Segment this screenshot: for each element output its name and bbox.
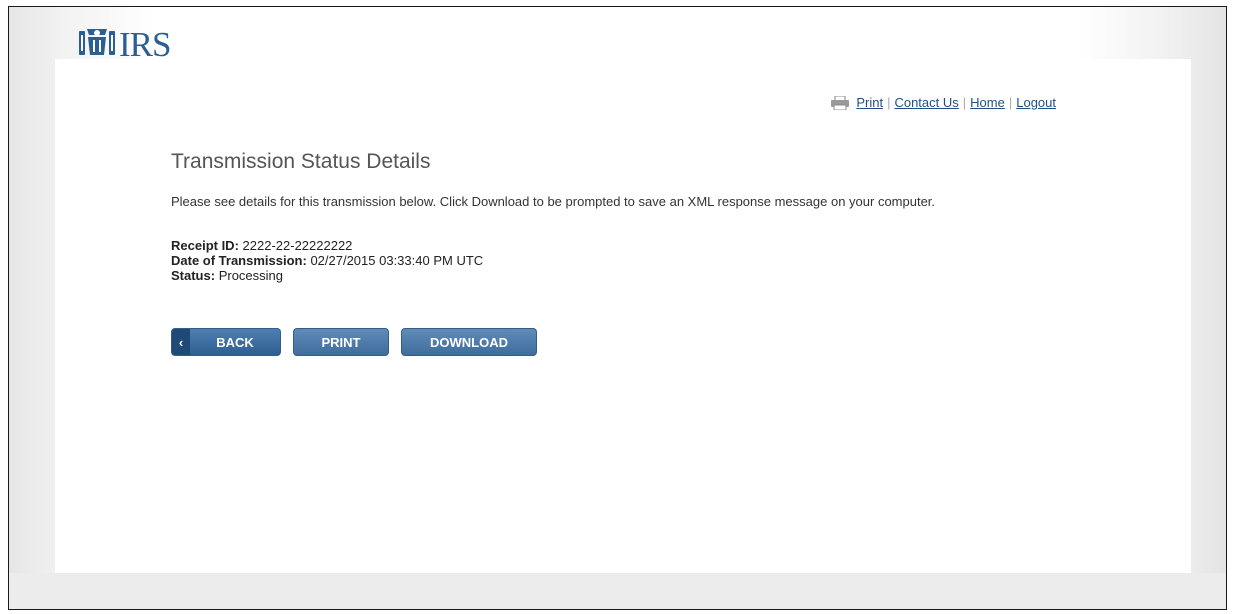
content-card xyxy=(55,59,1191,573)
download-button-label: DOWNLOAD xyxy=(430,334,508,350)
page-title: Transmission Status Details xyxy=(171,150,431,173)
receipt-id-row: Receipt ID: 2222-22-22222222 xyxy=(171,238,483,253)
contact-us-link[interactable]: Contact Us xyxy=(894,95,958,110)
home-link[interactable]: Home xyxy=(970,95,1005,110)
printer-icon[interactable] xyxy=(830,95,850,110)
date-row: Date of Transmission: 02/27/2015 03:33:4… xyxy=(171,253,483,268)
receipt-id-value: 2222-22-22222222 xyxy=(242,238,353,253)
print-button[interactable]: PRINT xyxy=(293,328,389,356)
print-link[interactable]: Print xyxy=(856,95,883,110)
irs-eagle-icon xyxy=(77,25,117,66)
action-buttons: ‹ BACK PRINT DOWNLOAD xyxy=(171,328,537,356)
receipt-id-label: Receipt ID: xyxy=(171,238,239,253)
irs-logo[interactable]: IRS xyxy=(77,25,171,66)
logout-link[interactable]: Logout xyxy=(1016,95,1056,110)
utility-nav: Print | Contact Us | Home | Logout xyxy=(830,95,1056,110)
nav-separator: | xyxy=(887,95,891,110)
back-button[interactable]: ‹ BACK xyxy=(171,328,281,356)
date-label: Date of Transmission: xyxy=(171,253,307,268)
transmission-details: Receipt ID: 2222-22-22222222 Date of Tra… xyxy=(171,238,483,283)
nav-separator: | xyxy=(962,95,967,110)
print-button-label: PRINT xyxy=(321,334,361,350)
chevron-left-icon: ‹ xyxy=(172,329,190,355)
back-button-label: BACK xyxy=(216,334,254,350)
logo-text: IRS xyxy=(119,25,171,64)
footer-band xyxy=(9,573,1226,609)
page-frame: IRS Print | Contact Us | Home | Logout T… xyxy=(8,6,1227,610)
nav-separator: | xyxy=(1008,95,1013,110)
status-row: Status: Processing xyxy=(171,268,483,283)
status-label: Status: xyxy=(171,268,216,283)
intro-text: Please see details for this transmission… xyxy=(171,194,936,209)
status-value: Processing xyxy=(218,268,283,283)
date-value: 02/27/2015 03:33:40 PM UTC xyxy=(310,253,484,268)
download-button[interactable]: DOWNLOAD xyxy=(401,328,537,356)
